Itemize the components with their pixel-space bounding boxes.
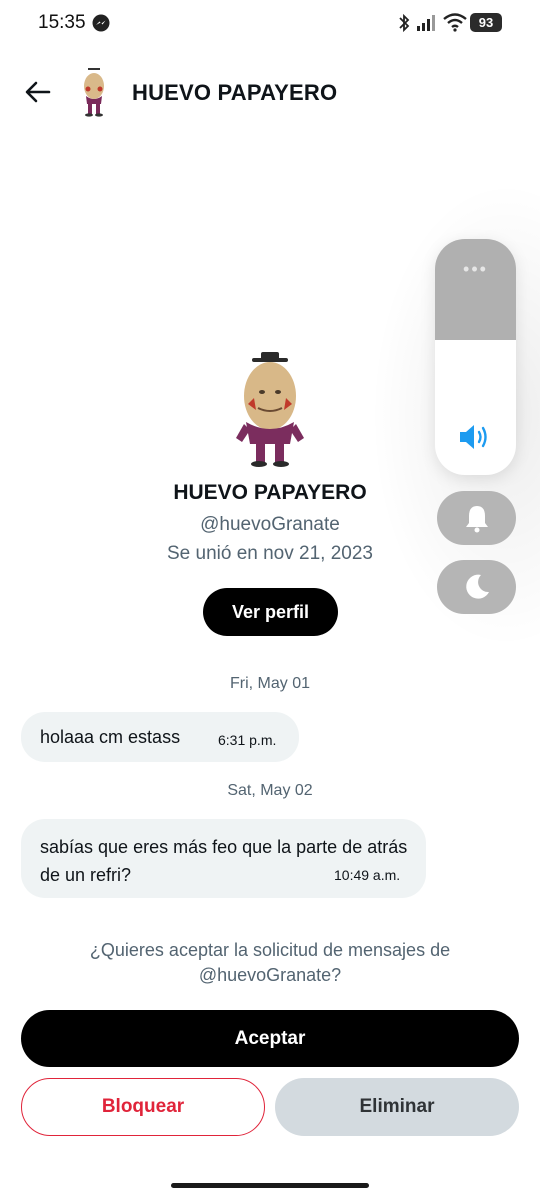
- message-text: holaaa cm estass: [40, 727, 181, 747]
- signal-icon: [417, 15, 435, 31]
- message-bubble[interactable]: sabías que eres más feo que la parte de …: [21, 819, 426, 898]
- message-time: 6:31 p.m.: [218, 732, 277, 748]
- date-separator: Fri, May 01: [229, 675, 310, 692]
- moon-icon: [466, 574, 489, 599]
- status-time: 15:35: [38, 12, 86, 33]
- accept-button[interactable]: Aceptar: [21, 1010, 519, 1067]
- ring-mode-button[interactable]: [437, 491, 516, 545]
- view-profile-button[interactable]: Ver perfil: [203, 588, 338, 636]
- bluetooth-icon: [399, 13, 410, 33]
- volume-slider-track: [435, 239, 516, 340]
- back-arrow-icon[interactable]: [22, 76, 54, 108]
- battery-indicator: 93: [470, 13, 502, 32]
- home-indicator[interactable]: [171, 1183, 369, 1188]
- date-separator: Sat, May 02: [227, 782, 313, 799]
- status-bar: 15:35 93: [0, 0, 540, 48]
- delete-button[interactable]: Eliminar: [275, 1078, 519, 1136]
- more-options-icon[interactable]: •••: [435, 259, 516, 280]
- message-request-prompt: ¿Quieres aceptar la solicitud de mensaje…: [89, 940, 451, 985]
- do-not-disturb-button[interactable]: [437, 560, 516, 614]
- message-time: 10:49 a.m.: [334, 867, 401, 883]
- conversation-header: HUEVO PAPAYERO: [0, 60, 540, 126]
- speaker-icon: [460, 425, 487, 449]
- header-title[interactable]: HUEVO PAPAYERO: [132, 80, 337, 106]
- messenger-icon: [92, 14, 110, 32]
- profile-avatar[interactable]: [228, 352, 312, 470]
- volume-slider[interactable]: •••: [435, 239, 516, 475]
- message-bubble[interactable]: holaaa cm estass 6:31 p.m.: [21, 712, 299, 762]
- wifi-icon: [443, 13, 467, 32]
- block-button[interactable]: Bloquear: [21, 1078, 265, 1136]
- header-avatar[interactable]: [76, 68, 112, 118]
- bell-icon: [466, 506, 488, 533]
